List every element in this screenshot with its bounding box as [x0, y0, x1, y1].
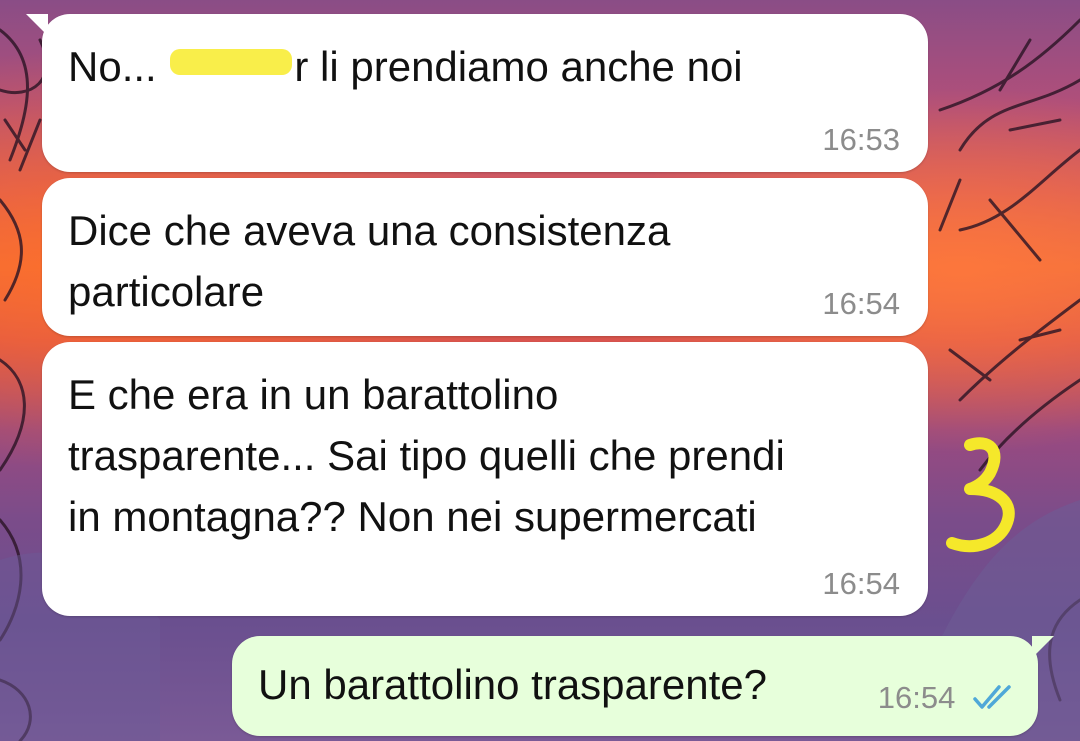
- message-text: No... r li prendiamo anche noi: [68, 36, 902, 97]
- message-timestamp: 16:54: [822, 566, 900, 601]
- message-text-before: No...: [68, 43, 157, 90]
- message-text: E che era in un barattolino trasparente.…: [68, 371, 785, 540]
- message-text: Un barattolino trasparente?: [258, 661, 767, 708]
- incoming-message[interactable]: No... r li prendiamo anche noi 16:53: [26, 14, 928, 172]
- incoming-message[interactable]: E che era in un barattolino trasparente.…: [42, 342, 928, 616]
- hand-drawn-number-three: [946, 437, 1015, 553]
- incoming-message[interactable]: Dice che aveva una consistenza particola…: [42, 178, 928, 336]
- message-timestamp: 16:53: [822, 122, 900, 157]
- message-text: Dice che aveva una consistenza particola…: [68, 207, 671, 315]
- outgoing-message[interactable]: Un barattolino trasparente? 16:54: [232, 636, 1054, 736]
- message-timestamp: 16:54: [822, 286, 900, 321]
- redaction-highlight: [170, 49, 293, 75]
- double-check-icon: [972, 682, 1016, 720]
- message-timestamp-row: 16:54: [878, 680, 1016, 720]
- message-timestamp: 16:54: [877, 680, 956, 715]
- message-text-after: r li prendiamo anche noi: [294, 43, 743, 90]
